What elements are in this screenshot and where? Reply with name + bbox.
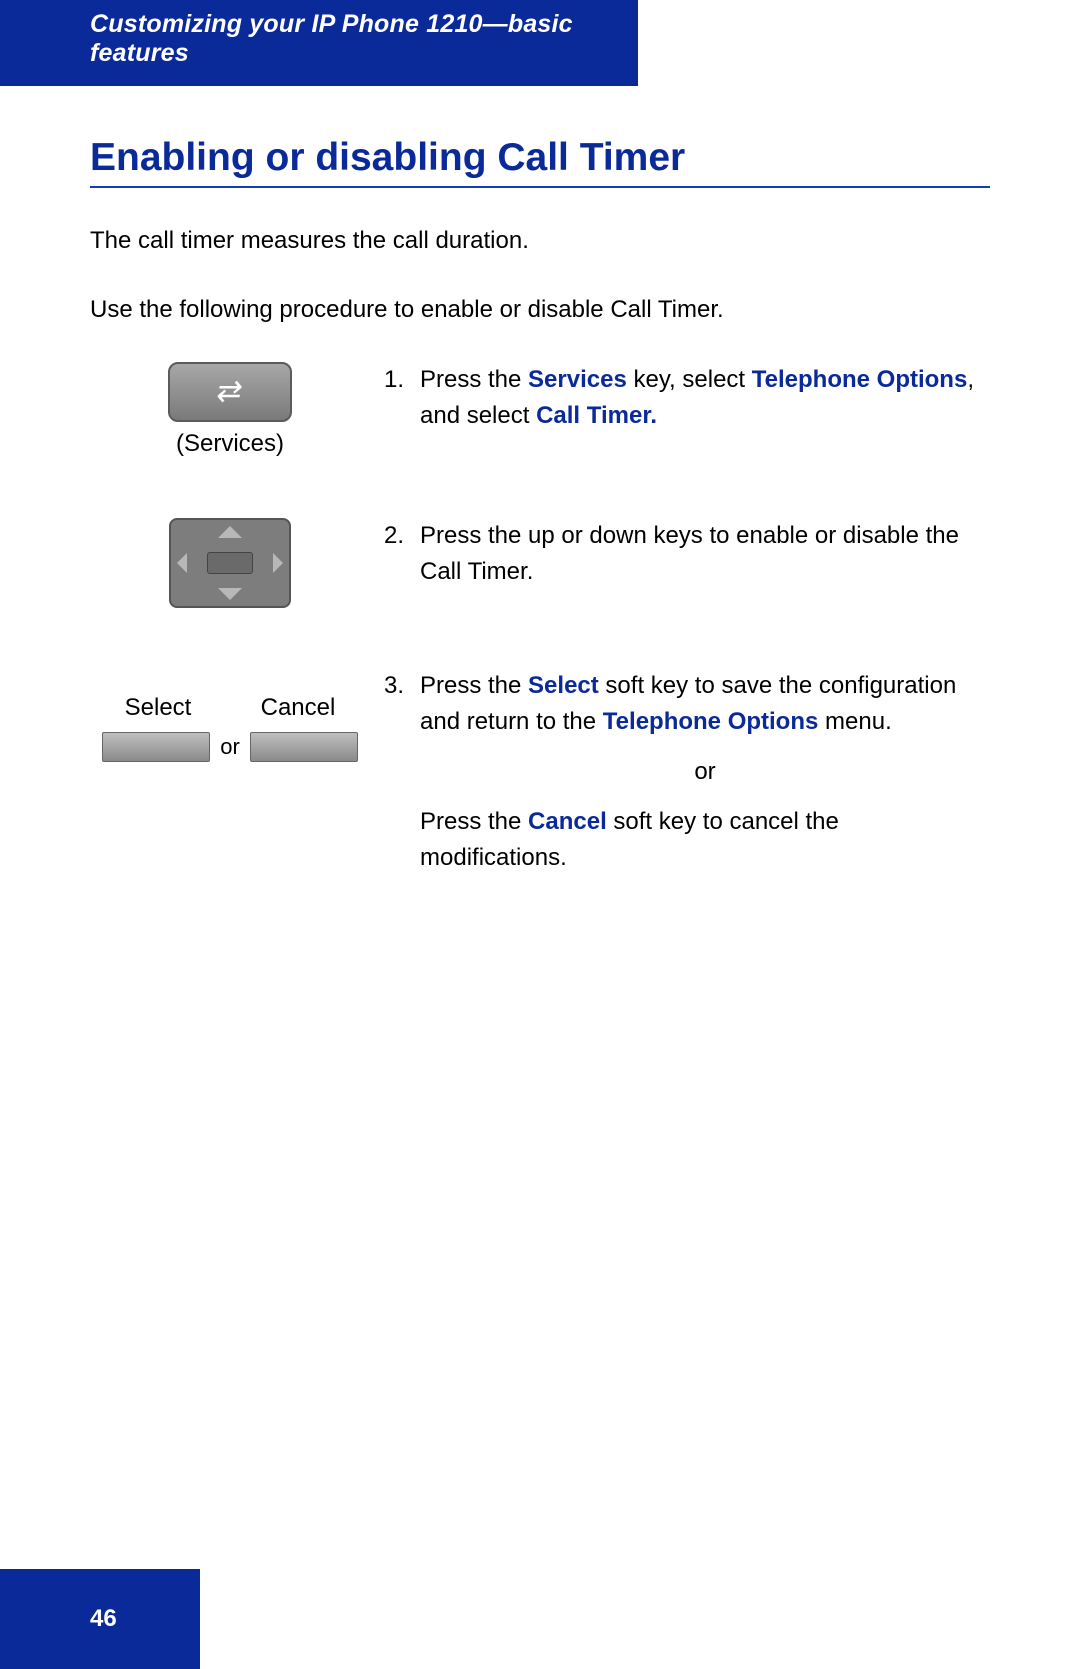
page-number: 46 [90, 1605, 117, 1633]
procedure-step: Select Cancel or 3. Press the Select sof… [90, 668, 990, 876]
document-page: Customizing your IP Phone 1210—basic fea… [0, 0, 1080, 1669]
chapter-header: Customizing your IP Phone 1210—basic fea… [0, 0, 638, 86]
procedure-step: 2. Press the up or down keys to enable o… [90, 518, 990, 608]
or-separator: or [420, 754, 990, 790]
left-arrow-icon [177, 553, 187, 573]
step-illustration [90, 518, 370, 608]
telephone-options-link: Telephone Options [603, 708, 819, 735]
text: Press the [420, 672, 528, 699]
cancel-softkey-icon [250, 732, 358, 762]
text: Press the [420, 808, 528, 835]
up-arrow-icon [218, 526, 242, 538]
down-arrow-icon [218, 588, 242, 600]
procedure-step: ⇄ (Services) 1. Press the Services key, … [90, 362, 990, 458]
page-title: Enabling or disabling Call Timer [90, 136, 990, 180]
procedure-list: ⇄ (Services) 1. Press the Services key, … [90, 362, 990, 876]
step-number: 2. [370, 518, 420, 590]
call-timer-link: Call Timer. [536, 402, 657, 429]
step-text: 3. Press the Select soft key to save the… [370, 668, 990, 876]
text: key, select [627, 366, 752, 393]
intro-paragraph-2: Use the following procedure to enable or… [90, 293, 990, 328]
softkey-labels: Select Cancel [90, 694, 370, 722]
step-number: 3. [370, 668, 420, 876]
select-softkey-icon [102, 732, 210, 762]
step-body: Press the Select soft key to save the co… [420, 668, 990, 876]
chapter-title: Customizing your IP Phone 1210—basic fea… [90, 10, 638, 68]
center-key-icon [207, 552, 253, 574]
step-illustration: ⇄ (Services) [90, 362, 370, 458]
select-link: Select [528, 672, 599, 699]
services-caption: (Services) [90, 430, 370, 458]
text: menu. [818, 708, 891, 735]
services-key-icon: ⇄ [168, 362, 292, 422]
telephone-options-link: Telephone Options [752, 366, 968, 393]
step-text: 2. Press the up or down keys to enable o… [370, 518, 990, 590]
select-label: Select [125, 694, 192, 722]
step-illustration: Select Cancel or [90, 668, 370, 762]
step-number: 1. [370, 362, 420, 434]
step-text: 1. Press the Services key, select Teleph… [370, 362, 990, 434]
cancel-label: Cancel [261, 694, 336, 722]
text: Press the [420, 366, 528, 393]
or-label: or [220, 734, 240, 760]
softkey-row: or [90, 732, 370, 762]
step-body: Press the up or down keys to enable or d… [420, 518, 990, 590]
title-rule [90, 186, 990, 188]
navigation-pad-icon [169, 518, 291, 608]
page-footer: 46 [0, 1569, 200, 1669]
right-arrow-icon [273, 553, 283, 573]
page-content: Enabling or disabling Call Timer The cal… [0, 86, 1080, 876]
globe-arrows-icon: ⇄ [214, 374, 245, 409]
intro-paragraph-1: The call timer measures the call duratio… [90, 224, 990, 259]
services-link: Services [528, 366, 627, 393]
step-body: Press the Services key, select Telephone… [420, 362, 990, 434]
cancel-link: Cancel [528, 808, 607, 835]
